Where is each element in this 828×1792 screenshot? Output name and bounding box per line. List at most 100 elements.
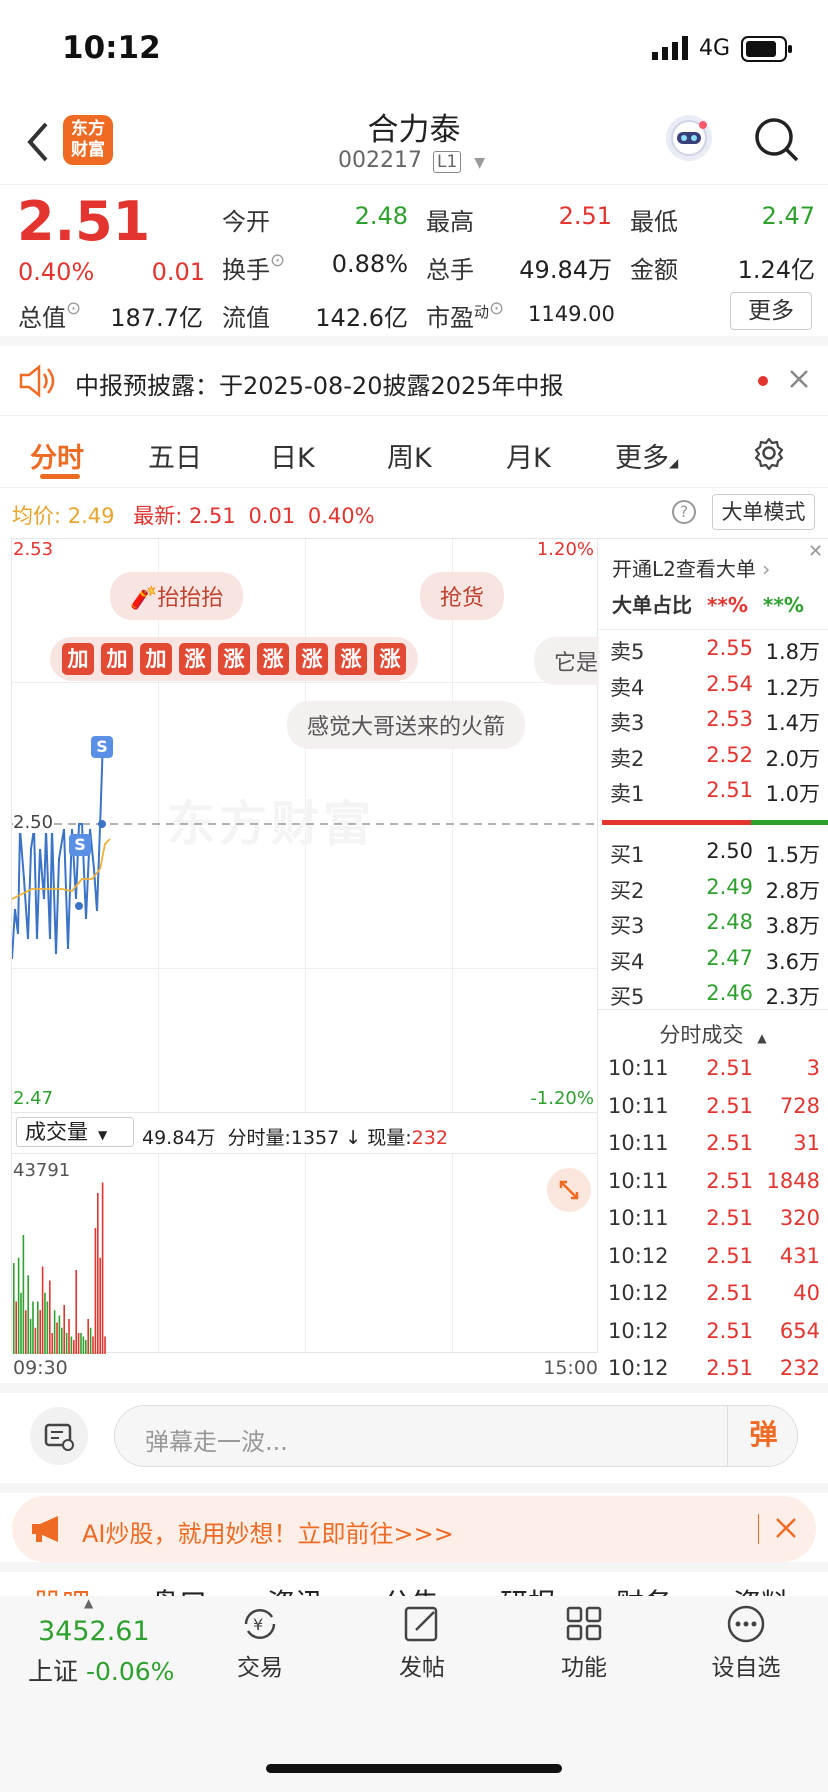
turnover-label: 换手⊙ <box>222 250 285 285</box>
close-icon[interactable] <box>788 368 810 394</box>
info-icon[interactable]: ⊙ <box>270 250 285 271</box>
caret-up-icon: ▲ <box>84 1596 94 1610</box>
volume-bar <box>70 1336 73 1354</box>
current-volume-label: 现量: <box>367 1127 412 1149</box>
stock-code-row[interactable]: 002217 L1 ▼ <box>338 148 485 173</box>
volume-bar <box>22 1235 25 1354</box>
time-end: 15:00 <box>543 1357 598 1379</box>
sell-level-row[interactable]: 卖5 2.55 1.8万 <box>598 636 828 670</box>
sell-level-row[interactable]: 卖4 2.54 1.2万 <box>598 672 828 706</box>
notice-bar[interactable]: 中报预披露：于2025-08-20披露2025年中报 <box>0 346 828 416</box>
trade-button[interactable]: ¥ 交易 <box>230 1604 290 1682</box>
close-icon[interactable] <box>774 1516 798 1544</box>
sell-level-row[interactable]: 卖3 2.53 1.4万 <box>598 707 828 741</box>
danmu-settings-icon[interactable] <box>30 1407 88 1465</box>
caret-icon: ◢ <box>669 456 679 470</box>
l2-promo[interactable]: 开通L2查看大单 › <box>612 553 770 582</box>
tab-more[interactable]: 更多◢ <box>615 436 678 475</box>
firecracker-icon: 🧨 <box>130 586 158 611</box>
volume-bar <box>29 1319 32 1354</box>
trade-price: 2.51 <box>706 1281 753 1305</box>
trade-price: 2.51 <box>706 1206 753 1230</box>
avg-label: 均价: <box>12 504 62 528</box>
trade-volume: 320 <box>779 1206 820 1230</box>
sell-level-row[interactable]: 卖1 2.51 1.0万 <box>598 778 828 812</box>
help-icon[interactable]: ? <box>672 500 696 524</box>
danmu-bubble: 抢货 <box>420 572 505 620</box>
gear-icon[interactable] <box>752 436 786 474</box>
buy-level-row[interactable]: 买3 2.48 3.8万 <box>598 910 828 944</box>
more-button[interactable]: 更多 <box>730 292 812 330</box>
tab-monthly-k[interactable]: 月K <box>506 436 551 475</box>
volume-value: 49.84万 <box>519 256 612 284</box>
level-label: 卖3 <box>610 711 645 735</box>
trade-volume: 40 <box>793 1281 820 1305</box>
intraday-chart[interactable]: 东方财富 S S 2.53 2.50 2.47 1.20% -1.20% 🧨抬抬… <box>11 538 599 1113</box>
volume-bar <box>25 1310 27 1354</box>
status-time: 10:12 <box>62 30 161 66</box>
volume-bar <box>77 1333 80 1354</box>
functions-button[interactable]: 功能 <box>554 1604 614 1682</box>
arrow-down-icon: ↓ <box>345 1127 362 1149</box>
trade-row: 10:11 2.51 728 <box>598 1094 828 1128</box>
buy-level-row[interactable]: 买2 2.49 2.8万 <box>598 875 828 909</box>
amount-label: 金额 <box>630 256 678 284</box>
tab-daily-k[interactable]: 日K <box>270 436 315 475</box>
level-price: 2.49 <box>706 874 753 899</box>
expand-icon[interactable] <box>547 1168 591 1212</box>
high-value: 2.51 <box>558 202 612 230</box>
close-icon[interactable]: ✕ <box>808 541 823 562</box>
open-label: 今开 <box>222 208 270 236</box>
add-watchlist-button[interactable]: 设自选 <box>706 1604 786 1682</box>
more-dots-icon <box>727 1605 765 1643</box>
sell-signal-marker[interactable]: S <box>91 736 113 758</box>
level-label: 买3 <box>610 914 645 938</box>
trade-row: 10:12 2.51 654 <box>598 1319 828 1353</box>
trade-time: 10:12 <box>608 1356 669 1380</box>
volume-bar <box>92 1336 94 1354</box>
volume-bar <box>104 1336 106 1354</box>
volume-bars <box>13 1182 106 1354</box>
tab-five-day[interactable]: 五日 <box>148 436 202 475</box>
volume-bar <box>63 1305 65 1354</box>
post-button[interactable]: 发帖 <box>392 1604 452 1682</box>
indicator-select[interactable]: 成交量 ▼ <box>16 1117 134 1147</box>
latest-value: 2.51 <box>188 504 236 528</box>
danmu-text: 感觉大哥送来的火箭 <box>307 715 506 740</box>
info-icon[interactable]: ⊙ <box>489 298 504 319</box>
level-price: 2.54 <box>706 671 753 696</box>
float-cap-value: 142.6亿 <box>315 304 408 332</box>
index-row[interactable]: 上证 -0.06% <box>28 1652 174 1688</box>
index-value[interactable]: 3452.61 <box>38 1616 150 1647</box>
trade-row: 10:12 2.51 40 <box>598 1281 828 1315</box>
tab-weekly-k[interactable]: 周K <box>387 436 432 475</box>
tab-more-label: 更多 <box>615 443 669 474</box>
search-icon[interactable] <box>752 115 800 167</box>
svg-text:¥: ¥ <box>253 1615 263 1634</box>
sell-level-row[interactable]: 卖2 2.52 2.0万 <box>598 743 828 777</box>
ai-ad-banner[interactable]: AI炒股，就用妙想！立即前往>>> <box>12 1496 816 1562</box>
info-icon[interactable]: ⊙ <box>66 298 81 319</box>
danmu-input[interactable]: 弹幕走一波... 弹 <box>114 1405 798 1467</box>
quote-panel: 2.51 0.40% 0.01 今开 2.48 最高 2.51 最低 2.47 … <box>0 186 828 346</box>
axis-bottom-price: 2.47 <box>13 1088 54 1109</box>
buy-level-row[interactable]: 买1 2.50 1.5万 <box>598 839 828 873</box>
volume-chart[interactable]: 43791 <box>11 1153 598 1354</box>
sell-signal-marker[interactable]: S <box>69 834 91 856</box>
axis-top-pct: 1.20% <box>536 539 594 560</box>
tab-intraday[interactable]: 分时 <box>30 436 84 475</box>
level-label: 卖5 <box>610 640 645 664</box>
robot-assistant-icon[interactable] <box>666 115 712 161</box>
add-watchlist-label: 设自选 <box>711 1655 781 1681</box>
buy-level-row[interactable]: 买4 2.47 3.6万 <box>598 946 828 980</box>
volume-bar <box>58 1315 61 1354</box>
bottom-toolbar: ▲ 3452.61 上证 -0.06% ¥ 交易 发帖 功能 设自选 <box>0 1596 828 1792</box>
level-price: 2.48 <box>706 910 753 934</box>
trades-title[interactable]: 分时成交 ▲ <box>598 1019 828 1049</box>
volume-bar <box>85 1340 87 1354</box>
big-order-mode-button[interactable]: 大单模式 <box>712 494 815 530</box>
volume-bar <box>44 1292 46 1354</box>
send-danmu-button[interactable]: 弹 <box>727 1406 799 1466</box>
open-value: 2.48 <box>354 202 408 230</box>
notice-text: 中报预披露：于2025-08-20披露2025年中报 <box>75 372 564 400</box>
